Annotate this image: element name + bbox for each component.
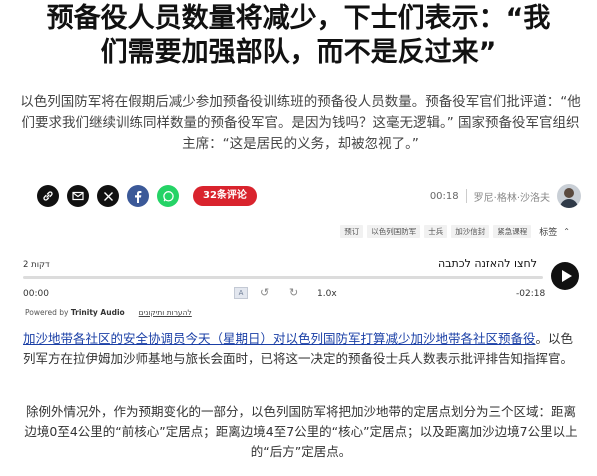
tags-bar: 预订 以色列国防军 士兵 加沙信封 紧急课程 标签 ⌃	[340, 225, 570, 238]
tag-item[interactable]: 士兵	[424, 225, 448, 238]
email-icon[interactable]	[67, 185, 89, 207]
audio-duration: 2 דקות	[23, 260, 50, 270]
article-paragraph-2: 除例外情况外，作为预期变化的一部分，以色列国防军将把加沙地带的定居点划分为三个区…	[24, 404, 578, 459]
trinity-audio-link[interactable]: Trinity Audio	[71, 308, 125, 317]
share-bar: 32条评论	[37, 185, 257, 207]
whatsapp-icon[interactable]	[157, 185, 179, 207]
article-subhead: 以色列国防军将在假期后减少参加预备役训练班的预备役人员数量。预备役军官们批评道：…	[20, 94, 581, 152]
playback-speed[interactable]: 1.0x	[317, 289, 337, 299]
byline: 00:18 罗尼·格林·沙洛夫	[430, 184, 581, 208]
audio-current-time: 00:00	[23, 289, 49, 299]
x-icon[interactable]	[97, 185, 119, 207]
feedback-link[interactable]: להערות ותיקונים	[139, 308, 192, 317]
byline-divider	[465, 189, 467, 203]
facebook-icon[interactable]	[127, 185, 149, 207]
publish-time: 00:18	[429, 190, 459, 202]
tag-item[interactable]: 以色列国防军	[367, 225, 421, 238]
tag-item[interactable]: 加沙信封	[451, 225, 490, 238]
chevron-down-icon[interactable]: ⌃	[563, 227, 570, 236]
translate-icon[interactable]: A	[234, 287, 248, 299]
tags-label[interactable]: 标签	[539, 225, 557, 238]
article-headline: 预备役人员数量将减少，下士们表示：“我 们需要加强部队，而不是反过来”	[0, 2, 597, 70]
headline-line-2: 们需要加强部队，而不是反过来”	[100, 37, 497, 68]
powered-by: Powered by Trinity Audio להערות ותיקונים	[25, 308, 192, 317]
article-paragraph-1: 加沙地带各社区的安全协调员今天（星期日）对以色列国防军打算减少加沙地带各社区预备…	[23, 329, 579, 369]
play-icon[interactable]	[551, 262, 579, 290]
headline-line-1: 预备役人员数量将减少，下士们表示：“我	[46, 3, 551, 34]
tag-item[interactable]: 紧急课程	[493, 225, 532, 238]
forward-icon[interactable]: ↻	[289, 286, 298, 299]
audio-listen-label: לחצו להאזנה לכתבה	[438, 257, 537, 270]
comments-button[interactable]: 32条评论	[193, 186, 257, 206]
article-link[interactable]: 加沙地带各社区的安全协调员今天（星期日）对以色列国防军打算减少加沙地带各社区预备…	[23, 331, 536, 346]
link-icon[interactable]	[37, 185, 59, 207]
rewind-icon[interactable]: ↺	[260, 286, 269, 299]
powered-by-text: Powered by Trinity Audio	[25, 308, 125, 317]
audio-progress-bar[interactable]	[23, 276, 543, 279]
audio-end-time: -02:18	[516, 289, 546, 299]
author-name[interactable]: 罗尼·格林·沙洛夫	[474, 189, 550, 204]
tag-item[interactable]: 预订	[340, 225, 364, 238]
author-avatar[interactable]	[557, 184, 581, 208]
